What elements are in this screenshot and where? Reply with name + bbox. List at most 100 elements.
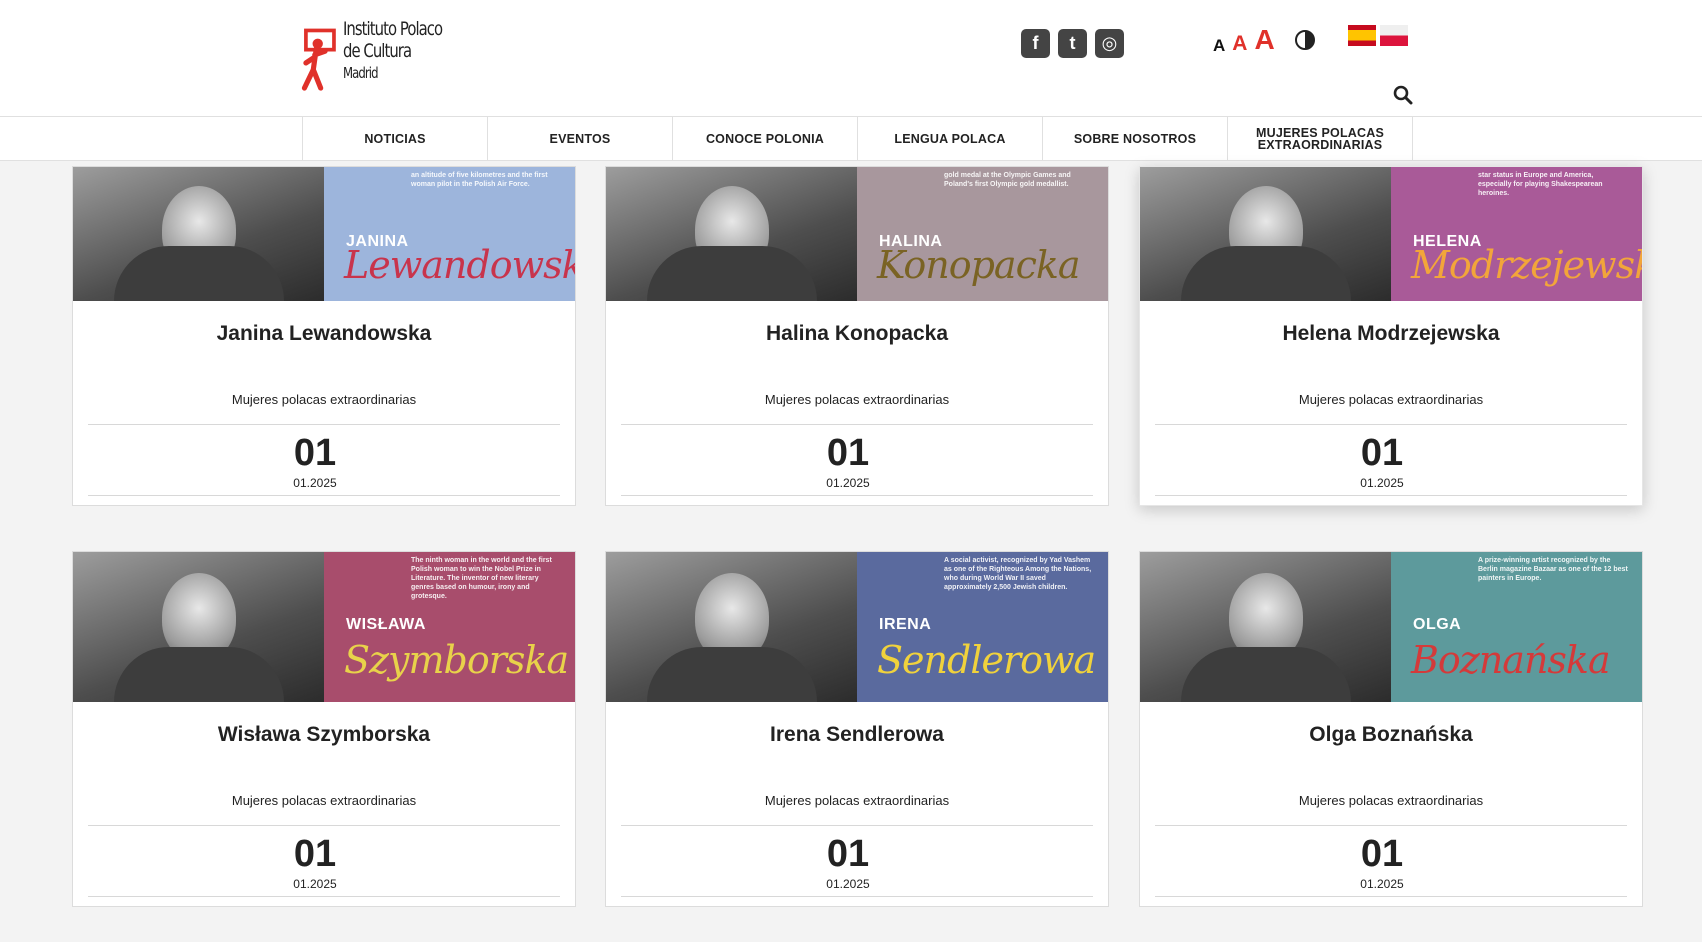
card-image-last-name: Boznańska	[1411, 638, 1611, 682]
card-category[interactable]: Mujeres polacas extraordinarias	[606, 392, 1108, 424]
card-category[interactable]: Mujeres polacas extraordinarias	[1140, 793, 1642, 825]
site-logo[interactable]: Instituto Polaco de Cultura Madrid	[300, 18, 470, 102]
nav-item-noticias[interactable]: NOTICIAS	[303, 117, 488, 161]
font-size-medium-button[interactable]: A	[1232, 32, 1247, 56]
card-divider	[1155, 896, 1627, 906]
nav-item-conoce-polonia[interactable]: CONOCE POLONIA	[673, 117, 858, 161]
card-date: 01.2025	[826, 877, 870, 891]
card-divider	[621, 495, 1093, 505]
card-divider	[621, 424, 1093, 425]
card-image-panel: an altitude of five kilometres and the f…	[324, 167, 575, 301]
event-card[interactable]: A social activist, recognized by Yad Vas…	[605, 551, 1109, 907]
language-switcher	[1348, 25, 1408, 46]
card-image-panel: A social activist, recognized by Yad Vas…	[857, 552, 1108, 702]
card-image-panel: star status in Europe and America, espec…	[1391, 167, 1642, 301]
site-header: Instituto Polaco de Cultura Madrid f t ◎…	[0, 0, 1702, 117]
card-category[interactable]: Mujeres polacas extraordinarias	[606, 793, 1108, 825]
event-card[interactable]: star status in Europe and America, espec…	[1139, 166, 1643, 506]
event-card[interactable]: The ninth woman in the world and the fir…	[72, 551, 576, 907]
portrait-photo	[606, 167, 857, 301]
card-date: 01.2025	[293, 476, 337, 490]
card-image-last-name: Lewandowska	[344, 243, 575, 287]
card-divider	[621, 825, 1093, 826]
card-date: 01.2025	[1360, 877, 1404, 891]
card-title[interactable]: Halina Konopacka	[606, 322, 1108, 392]
card-image-last-name: Sendlerowa	[877, 638, 1096, 682]
instagram-icon[interactable]: ◎	[1095, 29, 1124, 58]
card-image-blurb: A prize-winning artist recognized by the…	[1478, 557, 1628, 582]
card-title[interactable]: Olga Boznańska	[1140, 723, 1642, 793]
card-image-blurb: The ninth woman in the world and the fir…	[411, 557, 552, 600]
card-image-first-name: OLGA	[1413, 616, 1462, 633]
card-date: 01.2025	[293, 877, 337, 891]
card-day: 01	[1360, 833, 1404, 875]
card-day: 01	[826, 833, 870, 875]
card-image-last-name: Szymborska	[344, 638, 569, 682]
logo-line-2: de Cultura	[342, 40, 412, 62]
card-image-last-name: Modrzejewska	[1411, 243, 1642, 287]
card-divider	[1155, 825, 1627, 826]
card-divider	[1155, 424, 1627, 425]
card-category[interactable]: Mujeres polacas extraordinarias	[73, 392, 575, 424]
card-divider	[1155, 495, 1627, 505]
portrait-photo	[606, 552, 857, 702]
card-image-panel: gold medal at the Olympic Games and Pola…	[857, 167, 1108, 301]
card-image-blurb: A social activist, recognized by Yad Vas…	[944, 557, 1092, 591]
logo-line-1: Instituto Polaco	[342, 18, 443, 40]
card-title[interactable]: Janina Lewandowska	[73, 322, 575, 392]
card-image[interactable]: gold medal at the Olympic Games and Pola…	[606, 167, 1108, 301]
portrait-photo	[73, 167, 324, 301]
font-size-large-button[interactable]: A	[1254, 24, 1274, 56]
flag-spain-icon[interactable]	[1348, 25, 1376, 46]
card-title[interactable]: Helena Modrzejewska	[1140, 322, 1642, 392]
portrait-photo	[73, 552, 324, 702]
twitter-icon[interactable]: t	[1058, 29, 1087, 58]
card-date: 01.2025	[1360, 476, 1404, 490]
event-card[interactable]: A prize-winning artist recognized by the…	[1139, 551, 1643, 907]
font-size-controls: A A A	[1213, 24, 1275, 56]
nav-item-eventos[interactable]: EVENTOS	[488, 117, 673, 161]
event-card[interactable]: gold medal at the Olympic Games and Pola…	[605, 166, 1109, 506]
card-divider	[88, 424, 560, 425]
event-card[interactable]: an altitude of five kilometres and the f…	[72, 166, 576, 506]
card-image-blurb: an altitude of five kilometres and the f…	[411, 172, 548, 188]
card-image-panel: The ninth woman in the world and the fir…	[324, 552, 575, 702]
card-date: 01.2025	[826, 476, 870, 490]
card-image-first-name: WISŁAWA	[346, 616, 426, 633]
card-image-panel: A prize-winning artist recognized by the…	[1391, 552, 1642, 702]
card-day: 01	[826, 432, 870, 474]
card-image[interactable]: A prize-winning artist recognized by the…	[1140, 552, 1642, 702]
portrait-photo	[1140, 552, 1391, 702]
logo-line-3: Madrid	[342, 64, 379, 82]
card-category[interactable]: Mujeres polacas extraordinarias	[73, 793, 575, 825]
card-image[interactable]: The ninth woman in the world and the fir…	[73, 552, 575, 702]
logo-wordmark: Instituto Polaco de Cultura Madrid	[342, 18, 443, 84]
card-divider	[621, 896, 1093, 906]
card-title[interactable]: Irena Sendlerowa	[606, 723, 1108, 793]
card-day: 01	[293, 432, 337, 474]
card-divider	[88, 825, 560, 826]
nav-item-mujeres-polacas[interactable]: MUJERES POLACAS EXTRAORDINARIAS	[1228, 117, 1413, 161]
social-links: f t ◎	[1021, 29, 1124, 58]
card-image[interactable]: A social activist, recognized by Yad Vas…	[606, 552, 1108, 702]
card-category[interactable]: Mujeres polacas extraordinarias	[1140, 392, 1642, 424]
facebook-icon[interactable]: f	[1021, 29, 1050, 58]
card-image[interactable]: an altitude of five kilometres and the f…	[73, 167, 575, 301]
card-image-last-name: Konopacka	[877, 243, 1081, 287]
flag-poland-icon[interactable]	[1380, 25, 1408, 46]
card-divider	[88, 495, 560, 505]
card-divider	[88, 896, 560, 906]
card-image-first-name: IRENA	[879, 616, 932, 633]
card-day: 01	[1360, 432, 1404, 474]
search-icon[interactable]	[1393, 85, 1413, 105]
card-title[interactable]: Wisława Szymborska	[73, 723, 575, 793]
contrast-toggle-icon[interactable]	[1295, 30, 1315, 50]
card-image[interactable]: star status in Europe and America, espec…	[1140, 167, 1642, 301]
nav-item-sobre-nosotros[interactable]: SOBRE NOSOTROS	[1043, 117, 1228, 161]
font-size-small-button[interactable]: A	[1213, 36, 1225, 56]
nav-item-lengua-polaca[interactable]: LENGUA POLACA	[858, 117, 1043, 161]
portrait-photo	[1140, 167, 1391, 301]
card-image-blurb: gold medal at the Olympic Games and Pola…	[944, 172, 1071, 188]
card-day: 01	[293, 833, 337, 875]
card-image-blurb: star status in Europe and America, espec…	[1478, 172, 1603, 197]
